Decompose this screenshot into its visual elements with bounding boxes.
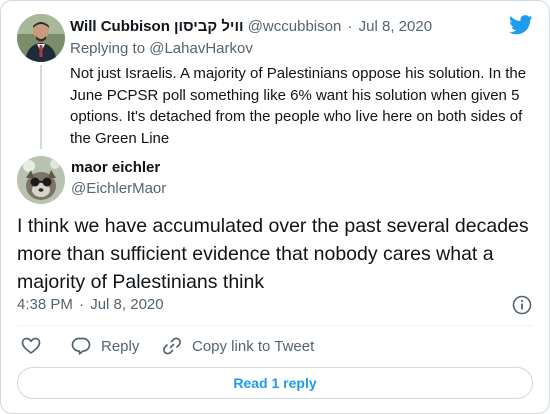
replying-to: Replying to @LahavHarkov [70, 39, 253, 59]
thread-connector-line [40, 65, 42, 149]
author-handle[interactable]: @EichlerMaor [71, 179, 166, 199]
avatar[interactable] [17, 14, 65, 62]
tweet-timestamp[interactable]: 4:38 PM · Jul 8, 2020 [17, 295, 164, 315]
read-replies-button[interactable]: Read 1 reply [17, 367, 533, 399]
copy-link-label: Copy link to Tweet [192, 337, 315, 355]
divider [17, 325, 533, 326]
main-tweet-text: I think we have accumulated over the pas… [17, 215, 529, 293]
tweet-date: Jul 8, 2020 [90, 296, 164, 313]
author-name[interactable]: Will Cubbison וויל קביסון [70, 18, 244, 35]
reply-label: Reply [101, 337, 140, 355]
info-icon[interactable] [512, 295, 532, 315]
separator-dot: · [79, 296, 85, 313]
like-button[interactable] [21, 334, 41, 358]
reply-button[interactable]: Reply [71, 334, 139, 358]
tweet-time: 4:38 PM [17, 296, 73, 313]
separator-dot: · [347, 18, 353, 35]
parent-tweet-header: Will Cubbison וויל קביסון @wccubbison · … [70, 17, 432, 37]
avatar[interactable] [17, 156, 65, 204]
link-icon [163, 337, 181, 355]
author-handle[interactable]: @wccubbison [248, 18, 342, 35]
tweet-date[interactable]: Jul 8, 2020 [359, 18, 432, 35]
embedded-tweet-card: Will Cubbison וויל קביסון @wccubbison · … [0, 0, 550, 414]
replying-to-handle[interactable]: @LahavHarkov [149, 40, 253, 57]
heart-icon [21, 337, 41, 354]
author-name[interactable]: maor eichler [71, 158, 160, 178]
parent-tweet-text: Not just Israelis. A majority of Palesti… [70, 65, 527, 147]
twitter-bird-icon[interactable] [509, 15, 533, 35]
tweet-actions: Reply Copy link to Tweet [1, 334, 549, 358]
copy-link-button[interactable]: Copy link to Tweet [162, 334, 314, 358]
replying-to-prefix: Replying to [70, 40, 146, 57]
speech-bubble-icon [71, 337, 91, 355]
